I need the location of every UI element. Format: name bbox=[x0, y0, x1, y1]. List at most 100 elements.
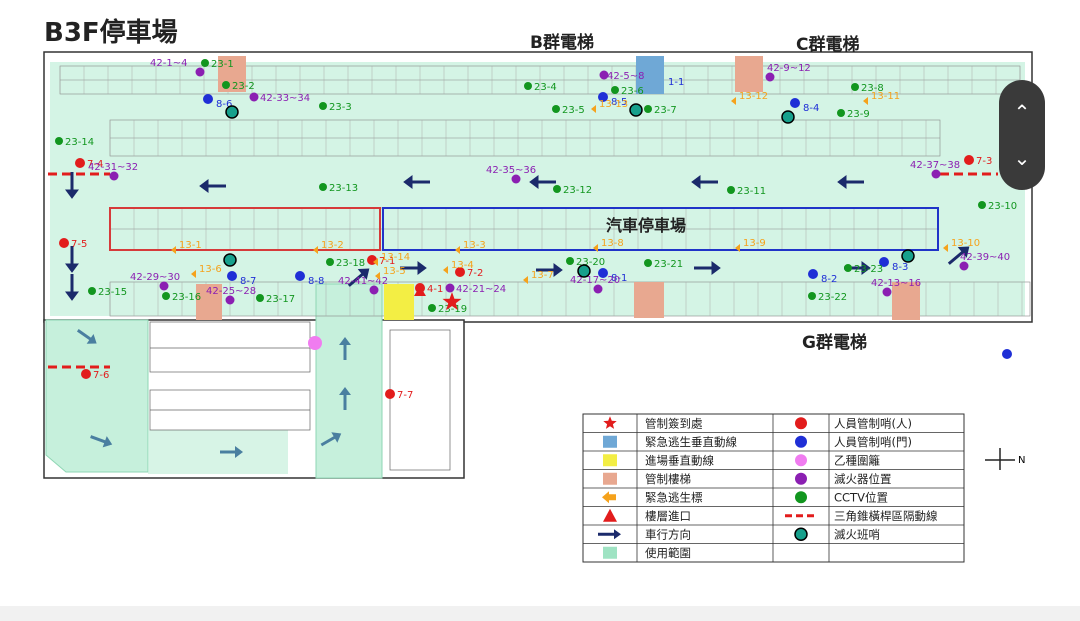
marker-dot bbox=[295, 271, 305, 281]
compass-icon bbox=[985, 448, 1015, 470]
marker-dot bbox=[790, 98, 800, 108]
scroll-up-button[interactable]: ⌃ bbox=[999, 90, 1045, 134]
green-box-icon bbox=[603, 546, 617, 559]
control-stair-2 bbox=[735, 56, 763, 92]
marker-label: 42-9~12 bbox=[767, 63, 811, 74]
marker-dot bbox=[644, 105, 652, 113]
marker-dot bbox=[566, 257, 574, 265]
marker-dot bbox=[319, 183, 327, 191]
page-title: B3F停車場 bbox=[44, 18, 178, 48]
marker-label: 8-2 bbox=[821, 274, 837, 285]
marker-label: 42-33~34 bbox=[260, 93, 310, 104]
marker-label: 23-1 bbox=[211, 59, 234, 70]
legend-label: CCTV位置 bbox=[834, 490, 888, 504]
legend-label: 管制簽到處 bbox=[645, 416, 703, 430]
marker-dot bbox=[195, 67, 205, 77]
zone-label: 汽車停車場 bbox=[606, 216, 687, 235]
blue-dot-icon bbox=[795, 435, 807, 448]
marker-label: 42-13~16 bbox=[871, 278, 921, 289]
marker-label: 42-29~30 bbox=[130, 272, 180, 283]
marker-label: 42-5~8 bbox=[607, 71, 644, 82]
teal-ring-icon bbox=[794, 527, 808, 541]
marker-dot bbox=[844, 264, 852, 272]
legend-label: 進場垂直動線 bbox=[645, 453, 714, 467]
scroll-control: ⌃ ⌄ bbox=[999, 80, 1045, 190]
fire-team-post-icon bbox=[225, 105, 239, 119]
marker-label: 23-15 bbox=[98, 287, 127, 298]
marker-dot bbox=[727, 186, 735, 194]
marker-label: 42-31~32 bbox=[88, 162, 138, 173]
marker-label: 42-21~24 bbox=[456, 284, 506, 295]
parking-floor-plan: 7-47-57-17-27-37-67-74-18-6 8-58-48-7 8-8 8… bbox=[43, 51, 1033, 563]
usage-area-south-corridor bbox=[148, 430, 288, 474]
marker-label: 13-4 bbox=[451, 260, 474, 271]
marker-label: 42-39~40 bbox=[960, 252, 1010, 263]
green-dot-icon bbox=[795, 491, 807, 504]
purple-dot-icon bbox=[795, 472, 807, 485]
marker-dot bbox=[308, 336, 322, 350]
marker-label: 23-10 bbox=[988, 201, 1017, 212]
marker-label: 23-7 bbox=[654, 105, 677, 116]
usage-area-southwest bbox=[45, 319, 149, 473]
marker-label: 42-37~38 bbox=[910, 160, 960, 171]
chevron-up-icon: ⌃ bbox=[1013, 100, 1031, 124]
marker-label: 13-7 bbox=[531, 270, 554, 281]
fire-team-post-icon bbox=[781, 110, 795, 124]
fire-team-post-icon bbox=[629, 103, 643, 117]
marker-label: 8-3 bbox=[892, 262, 908, 273]
marker-dot bbox=[552, 105, 560, 113]
marker-label: 13-2 bbox=[321, 240, 344, 251]
marker-dot bbox=[256, 294, 264, 302]
legend-label: 緊急逃生垂直動線 bbox=[645, 435, 737, 449]
marker-label: 42-25~28 bbox=[206, 286, 256, 297]
marker-label: 23-21 bbox=[654, 259, 683, 270]
marker-label: 23-4 bbox=[534, 82, 557, 93]
legend-label: 車行方向 bbox=[645, 527, 691, 541]
marker-dot bbox=[524, 82, 532, 90]
marker-label: 7-7 bbox=[397, 390, 413, 401]
legend-label: 使用範圍 bbox=[645, 546, 691, 560]
marker-label: 42-1~4 bbox=[150, 58, 187, 69]
marker-label: 23-16 bbox=[172, 292, 201, 303]
bottom-bar bbox=[0, 606, 1080, 621]
marker-dot bbox=[808, 292, 816, 300]
legend-label: 人員管制哨(人) bbox=[834, 416, 912, 430]
chevron-down-icon: ⌄ bbox=[1013, 146, 1031, 170]
marker-dot bbox=[385, 389, 395, 399]
blue-box-icon bbox=[603, 435, 617, 448]
marker-dot bbox=[55, 137, 63, 145]
yellow-box-icon bbox=[603, 454, 617, 467]
fire-team-post-icon bbox=[577, 264, 591, 278]
marker-dot bbox=[201, 59, 209, 67]
marker-label: 13-11 bbox=[871, 91, 900, 102]
marker-dot bbox=[851, 83, 859, 91]
marker-label: 23-3 bbox=[329, 102, 352, 113]
marker-label: 4-1 bbox=[427, 284, 443, 295]
marker-dot bbox=[428, 304, 436, 312]
scroll-down-button[interactable]: ⌄ bbox=[999, 136, 1045, 180]
pink-dot-icon bbox=[795, 454, 807, 467]
marker-label: 13-13 bbox=[599, 99, 628, 110]
marker-dot bbox=[203, 94, 213, 104]
marker-label: 7-6 bbox=[93, 370, 109, 381]
marker-dot bbox=[978, 201, 986, 209]
compass-label: N bbox=[1018, 455, 1025, 466]
marker-label: 23-17 bbox=[266, 294, 295, 305]
marker-dot bbox=[75, 158, 85, 168]
red-dot-icon bbox=[795, 417, 807, 430]
marker-dot bbox=[445, 283, 455, 293]
marker-label: 23-2 bbox=[232, 81, 255, 92]
legend: 管制簽到處緊急逃生垂直動線進場垂直動線管制樓梯緊急逃生標樓層進口車行方向使用範圍… bbox=[582, 413, 965, 563]
marker-label: 13-6 bbox=[199, 264, 222, 275]
marker-label: 13-3 bbox=[463, 240, 486, 251]
marker-label: 13-12 bbox=[739, 91, 768, 102]
marker-label: 8-8 bbox=[308, 276, 324, 287]
marker-dot bbox=[88, 287, 96, 295]
marker-label: 23-14 bbox=[65, 137, 94, 148]
entry-vertical-route bbox=[384, 284, 414, 320]
marker-label: 13-5 bbox=[383, 266, 406, 277]
fire-team-post-icon bbox=[901, 249, 915, 263]
marker-label: 7-5 bbox=[71, 239, 87, 250]
marker-label: 23-6 bbox=[621, 86, 644, 97]
marker-label: 13-10 bbox=[951, 238, 980, 249]
